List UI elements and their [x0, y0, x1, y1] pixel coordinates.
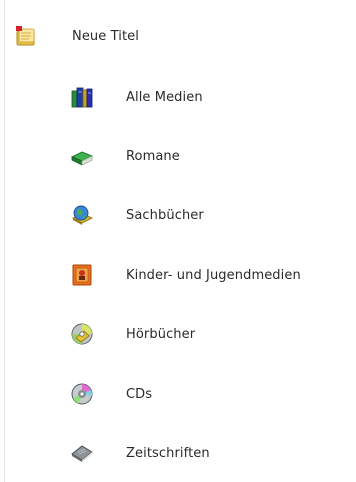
nav-item-label: Alle Medien — [126, 89, 203, 105]
nav-item-alle-medien[interactable]: Alle Medien — [70, 77, 203, 117]
nav-item-cds[interactable]: CDs — [70, 374, 152, 414]
cd-icon — [70, 382, 94, 406]
globe-book-icon — [70, 203, 94, 227]
new-titles-icon — [14, 24, 38, 48]
nav-item-romane[interactable]: Romane — [70, 136, 180, 176]
nav-item-label: Kinder- und Jugendmedien — [126, 267, 301, 283]
children-book-icon — [70, 263, 94, 287]
audiobook-cd-icon — [70, 322, 94, 346]
nav-item-label: Hörbücher — [126, 326, 196, 342]
nav-item-sachbuecher[interactable]: Sachbücher — [70, 195, 204, 235]
nav-item-label: Romane — [126, 148, 180, 164]
nav-item-kinder-und-jugendmedien[interactable]: Kinder- und Jugendmedien — [70, 255, 301, 295]
nav-item-label: CDs — [126, 386, 153, 402]
media-category-nav: Neue Titel Alle Medien Romane Sachbücher… — [0, 0, 356, 482]
green-book-icon — [70, 144, 94, 168]
nav-item-hoerbuecher[interactable]: Hörbücher — [70, 314, 195, 354]
nav-item-neue-titel[interactable]: Neue Titel — [14, 16, 139, 56]
books-icon — [70, 85, 94, 109]
nav-item-label: Neue Titel — [72, 28, 139, 44]
magazine-icon — [70, 441, 94, 465]
panel-left-border — [4, 0, 5, 482]
nav-item-label: Zeitschriften — [126, 445, 210, 461]
nav-item-zeitschriften[interactable]: Zeitschriften — [70, 433, 210, 473]
nav-item-label: Sachbücher — [126, 207, 204, 223]
